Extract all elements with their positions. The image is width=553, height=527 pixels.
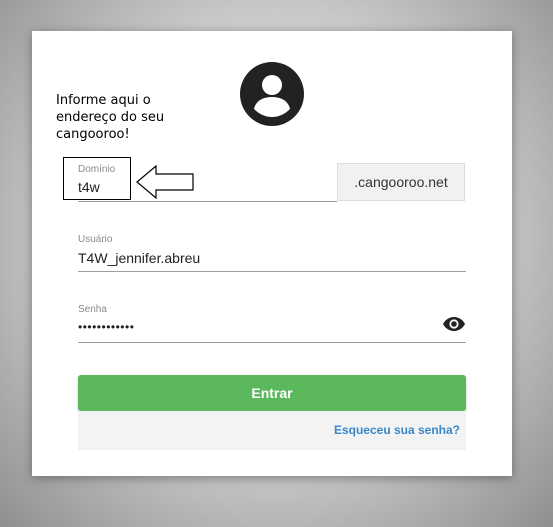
submit-button[interactable]: Entrar bbox=[78, 375, 466, 411]
password-field[interactable]: Senha •••••••••••• bbox=[78, 304, 466, 343]
user-field[interactable]: Usuário T4W_jennifer.abreu bbox=[78, 234, 466, 272]
arrow-left-icon bbox=[136, 165, 194, 199]
forgot-password-strip: Esqueceu sua senha? bbox=[78, 411, 466, 450]
user-label: Usuário bbox=[78, 234, 113, 245]
domain-highlight-box bbox=[63, 157, 131, 200]
forgot-password-link[interactable]: Esqueceu sua senha? bbox=[334, 423, 460, 437]
password-label: Senha bbox=[78, 304, 107, 315]
eye-icon[interactable] bbox=[442, 312, 466, 336]
annotation-line-3: cangooroo! bbox=[56, 127, 130, 142]
domain-suffix: .cangooroo.net bbox=[337, 163, 465, 201]
user-input[interactable]: T4W_jennifer.abreu bbox=[78, 250, 200, 266]
login-card: Informe aqui o endereço do seu cangooroo… bbox=[32, 31, 512, 476]
password-input[interactable]: •••••••••••• bbox=[78, 320, 134, 334]
account-circle-icon bbox=[240, 62, 304, 126]
annotation-line-2: endereço do seu bbox=[56, 110, 165, 125]
annotation-line-1: Informe aqui o bbox=[56, 93, 151, 108]
annotation-note: Informe aqui o endereço do seu cangooroo… bbox=[56, 92, 176, 143]
